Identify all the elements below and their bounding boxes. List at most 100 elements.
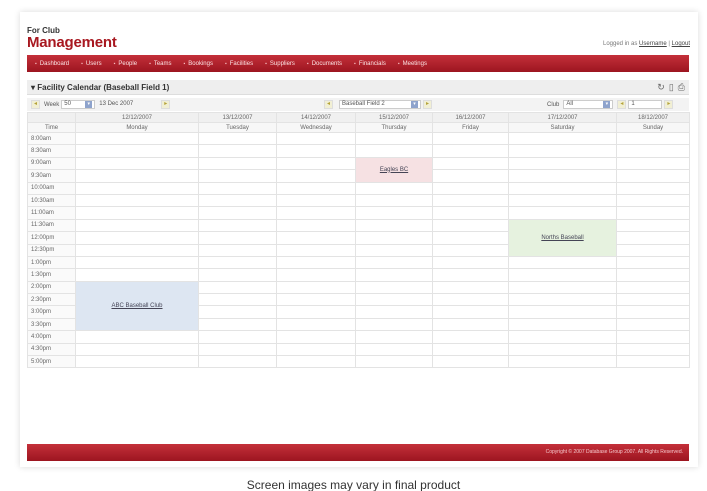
calendar-slot[interactable] bbox=[75, 206, 199, 220]
brand-logo[interactable]: For Club Management bbox=[27, 26, 117, 50]
calendar-slot[interactable] bbox=[616, 268, 690, 282]
calendar-slot[interactable] bbox=[276, 156, 356, 171]
calendar-slot[interactable] bbox=[198, 181, 277, 195]
calendar-slot[interactable] bbox=[198, 268, 277, 282]
calendar-slot[interactable] bbox=[508, 317, 617, 332]
logout-link[interactable]: Logout bbox=[672, 41, 690, 47]
calendar-slot[interactable] bbox=[355, 355, 433, 369]
calendar-slot[interactable] bbox=[75, 255, 199, 270]
calendar-slot[interactable] bbox=[432, 293, 509, 307]
calendar-slot[interactable] bbox=[198, 156, 277, 171]
prev-week-button[interactable]: ◂ bbox=[31, 100, 40, 109]
calendar-slot[interactable] bbox=[616, 317, 690, 332]
calendar-slot[interactable] bbox=[355, 268, 433, 282]
calendar-slot[interactable] bbox=[355, 280, 433, 295]
calendar-slot[interactable] bbox=[432, 243, 509, 257]
calendar-slot[interactable] bbox=[198, 144, 277, 158]
calendar-slot[interactable] bbox=[432, 342, 509, 357]
calendar-slot[interactable] bbox=[432, 255, 509, 270]
calendar-slot[interactable] bbox=[75, 330, 199, 344]
calendar-slot[interactable] bbox=[198, 169, 277, 183]
calendar-slot[interactable] bbox=[355, 206, 433, 220]
calendar-slot[interactable] bbox=[276, 243, 356, 257]
calendar-slot[interactable] bbox=[276, 293, 356, 307]
calendar-slot[interactable] bbox=[75, 231, 199, 245]
calendar-slot[interactable] bbox=[616, 193, 690, 208]
calendar-slot[interactable] bbox=[75, 181, 199, 195]
booking-cell[interactable]: Norths Baseball bbox=[508, 218, 617, 257]
calendar-slot[interactable] bbox=[75, 169, 199, 183]
calendar-slot[interactable] bbox=[508, 342, 617, 357]
refresh-icon[interactable]: ↻ bbox=[657, 82, 665, 93]
calendar-slot[interactable] bbox=[432, 193, 509, 208]
calendar-slot[interactable] bbox=[198, 131, 277, 146]
calendar-slot[interactable] bbox=[355, 231, 433, 245]
calendar-slot[interactable] bbox=[276, 280, 356, 295]
calendar-slot[interactable] bbox=[432, 330, 509, 344]
calendar-slot[interactable] bbox=[508, 169, 617, 183]
calendar-slot[interactable] bbox=[432, 231, 509, 245]
calendar-slot[interactable] bbox=[198, 280, 277, 295]
calendar-slot[interactable] bbox=[508, 330, 617, 344]
calendar-slot[interactable] bbox=[198, 218, 277, 233]
calendar-slot[interactable] bbox=[432, 206, 509, 220]
calendar-slot[interactable] bbox=[198, 193, 277, 208]
booking-link[interactable]: Norths Baseball bbox=[541, 235, 583, 241]
calendar-slot[interactable] bbox=[616, 144, 690, 158]
calendar-slot[interactable] bbox=[616, 169, 690, 183]
week-select[interactable]: 50 ▾ bbox=[61, 100, 96, 109]
calendar-slot[interactable] bbox=[432, 156, 509, 171]
calendar-slot[interactable] bbox=[508, 144, 617, 158]
calendar-slot[interactable] bbox=[198, 206, 277, 220]
calendar-slot[interactable] bbox=[276, 131, 356, 146]
calendar-slot[interactable] bbox=[508, 255, 617, 270]
calendar-slot[interactable] bbox=[616, 181, 690, 195]
calendar-slot[interactable] bbox=[75, 218, 199, 233]
calendar-slot[interactable] bbox=[508, 193, 617, 208]
calendar-slot[interactable] bbox=[508, 305, 617, 319]
calendar-slot[interactable] bbox=[198, 243, 277, 257]
calendar-slot[interactable] bbox=[355, 144, 433, 158]
calendar-slot[interactable] bbox=[198, 342, 277, 357]
calendar-slot[interactable] bbox=[355, 243, 433, 257]
calendar-slot[interactable] bbox=[432, 181, 509, 195]
calendar-slot[interactable] bbox=[355, 330, 433, 344]
calendar-slot[interactable] bbox=[508, 181, 617, 195]
new-document-icon[interactable]: ▯ bbox=[669, 82, 674, 93]
calendar-slot[interactable] bbox=[616, 218, 690, 233]
calendar-slot[interactable] bbox=[75, 268, 199, 282]
booking-link[interactable]: Eagles BC bbox=[380, 167, 408, 173]
calendar-slot[interactable] bbox=[276, 231, 356, 245]
calendar-slot[interactable] bbox=[616, 131, 690, 146]
calendar-slot[interactable] bbox=[198, 317, 277, 332]
calendar-slot[interactable] bbox=[355, 305, 433, 319]
calendar-slot[interactable] bbox=[508, 156, 617, 171]
calendar-slot[interactable] bbox=[432, 169, 509, 183]
facility-select[interactable]: Baseball Field 2 ▾ bbox=[339, 100, 421, 109]
calendar-slot[interactable] bbox=[198, 355, 277, 369]
calendar-slot[interactable] bbox=[276, 193, 356, 208]
calendar-slot[interactable] bbox=[616, 293, 690, 307]
nav-item-financials[interactable]: ▪ Financials bbox=[350, 61, 394, 67]
nav-item-facilities[interactable]: ▪ Facilities bbox=[221, 61, 261, 67]
calendar-slot[interactable] bbox=[432, 305, 509, 319]
calendar-slot[interactable] bbox=[75, 131, 199, 146]
nav-item-people[interactable]: ▪ People bbox=[110, 61, 145, 67]
booking-cell[interactable]: Eagles BC bbox=[355, 156, 433, 183]
calendar-slot[interactable] bbox=[432, 268, 509, 282]
calendar-slot[interactable] bbox=[75, 144, 199, 158]
calendar-slot[interactable] bbox=[75, 193, 199, 208]
username-link[interactable]: Username bbox=[639, 41, 667, 47]
calendar-slot[interactable] bbox=[508, 268, 617, 282]
calendar-slot[interactable] bbox=[355, 131, 433, 146]
calendar-slot[interactable] bbox=[432, 131, 509, 146]
calendar-slot[interactable] bbox=[355, 317, 433, 332]
calendar-slot[interactable] bbox=[75, 355, 199, 369]
calendar-slot[interactable] bbox=[198, 293, 277, 307]
calendar-slot[interactable] bbox=[616, 156, 690, 171]
calendar-slot[interactable] bbox=[508, 131, 617, 146]
booking-link[interactable]: ABC Baseball Club bbox=[111, 303, 162, 309]
calendar-slot[interactable] bbox=[75, 342, 199, 357]
booking-cell[interactable]: ABC Baseball Club bbox=[75, 280, 199, 332]
calendar-slot[interactable] bbox=[616, 206, 690, 220]
